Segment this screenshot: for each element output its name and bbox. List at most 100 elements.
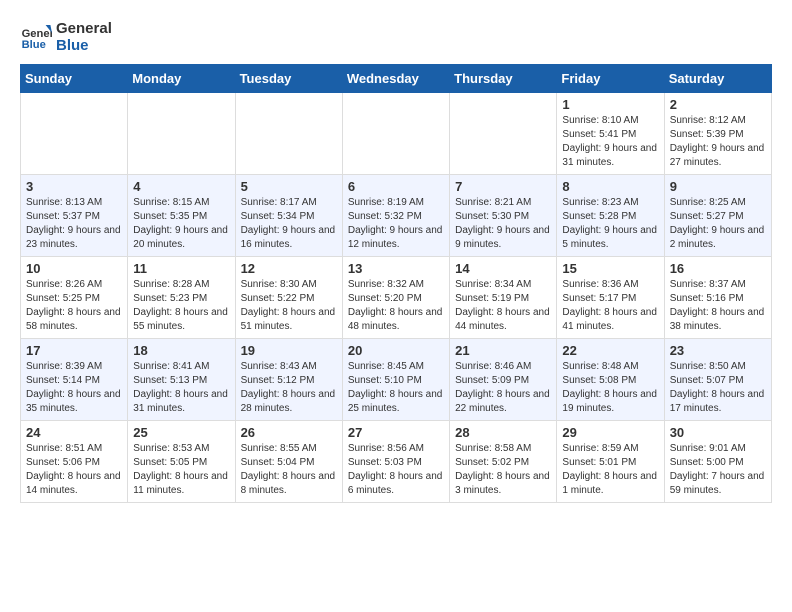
day-number: 5 (241, 179, 337, 194)
day-number: 16 (670, 261, 766, 276)
day-info: Sunrise: 8:15 AMSunset: 5:35 PMDaylight:… (133, 196, 229, 252)
weekday-header-wednesday: Wednesday (342, 65, 449, 93)
calendar-table: SundayMondayTuesdayWednesdayThursdayFrid… (20, 64, 772, 503)
day-number: 3 (26, 179, 122, 194)
calendar-cell: 8Sunrise: 8:23 AMSunset: 5:28 PMDaylight… (557, 175, 664, 257)
calendar-cell: 19 Sunrise: 8:43 AMSunset: 5:12 PMDayligh… (235, 339, 342, 421)
calendar-cell: 22 Sunrise: 8:48 AMSunset: 5:08 PMDayligh… (557, 339, 664, 421)
calendar-cell: 21 Sunrise: 8:46 AMSunset: 5:09 PMDayligh… (450, 339, 557, 421)
day-number: 12 (241, 261, 337, 276)
day-info: Sunrise: 8:19 AMSunset: 5:32 PMDaylight:… (348, 196, 444, 252)
svg-text:General: General (22, 28, 52, 40)
day-info: Sunrise: 8:37 AMSunset: 5:16 PMDaylight:… (670, 278, 766, 334)
day-info: Sunrise: 9:01 AMSunset: 5:00 PMDaylight:… (670, 442, 766, 498)
day-number: 8 (562, 179, 658, 194)
calendar-cell: 20 Sunrise: 8:45 AMSunset: 5:10 PMDayligh… (342, 339, 449, 421)
logo-general: General (56, 20, 112, 37)
calendar-cell: 26Sunrise: 8:55 AMSunset: 5:04 PMDayligh… (235, 421, 342, 503)
day-number: 21 (455, 343, 551, 358)
day-info: Sunrise: 8:59 AMSunset: 5:01 PMDaylight:… (562, 442, 658, 498)
day-info: Sunrise: 8:36 AMSunset: 5:17 PMDaylight:… (562, 278, 658, 334)
calendar-week-3: 10Sunrise: 8:26 AMSunset: 5:25 PMDayligh… (21, 257, 772, 339)
day-number: 25 (133, 425, 229, 440)
calendar-week-4: 17Sunrise: 8:39 AMSunset: 5:14 PMDayligh… (21, 339, 772, 421)
day-number: 14 (455, 261, 551, 276)
logo: General Blue General Blue (20, 20, 112, 54)
day-info: Sunrise: 8:48 AMSunset: 5:08 PMDaylight:… (562, 360, 658, 416)
weekday-header-saturday: Saturday (664, 65, 771, 93)
day-info: Sunrise: 8:32 AMSunset: 5:20 PMDaylight:… (348, 278, 444, 334)
day-info: Sunrise: 8:45 AMSunset: 5:10 PMDaylight:… (348, 360, 444, 416)
day-info: Sunrise: 8:51 AMSunset: 5:06 PMDaylight:… (26, 442, 122, 498)
day-number: 13 (348, 261, 444, 276)
day-number: 1 (562, 97, 658, 112)
day-info: Sunrise: 8:25 AMSunset: 5:27 PMDaylight:… (670, 196, 766, 252)
calendar-cell: 4Sunrise: 8:15 AMSunset: 5:35 PMDaylight… (128, 175, 235, 257)
day-info: Sunrise: 8:53 AMSunset: 5:05 PMDaylight:… (133, 442, 229, 498)
calendar-cell (21, 93, 128, 175)
calendar-cell: 2 Sunrise: 8:12 AMSunset: 5:39 PMDaylight… (664, 93, 771, 175)
day-info: Sunrise: 8:26 AMSunset: 5:25 PMDaylight:… (26, 278, 122, 334)
day-info: Sunrise: 8:30 AMSunset: 5:22 PMDaylight:… (241, 278, 337, 334)
day-number: 18 (133, 343, 229, 358)
calendar-cell: 6 Sunrise: 8:19 AMSunset: 5:32 PMDaylight… (342, 175, 449, 257)
day-number: 30 (670, 425, 766, 440)
calendar-cell: 10Sunrise: 8:26 AMSunset: 5:25 PMDayligh… (21, 257, 128, 339)
calendar-cell: 15Sunrise: 8:36 AMSunset: 5:17 PMDayligh… (557, 257, 664, 339)
calendar-cell: 11 Sunrise: 8:28 AMSunset: 5:23 PMDayligh… (128, 257, 235, 339)
calendar-cell (450, 93, 557, 175)
calendar-cell: 24Sunrise: 8:51 AMSunset: 5:06 PMDayligh… (21, 421, 128, 503)
day-info: Sunrise: 8:28 AMSunset: 5:23 PMDaylight:… (133, 278, 229, 334)
day-info: Sunrise: 8:10 AMSunset: 5:41 PMDaylight:… (562, 114, 658, 170)
calendar-cell: 9 Sunrise: 8:25 AMSunset: 5:27 PMDaylight… (664, 175, 771, 257)
calendar-cell: 1 Sunrise: 8:10 AMSunset: 5:41 PMDaylight… (557, 93, 664, 175)
calendar-week-5: 24Sunrise: 8:51 AMSunset: 5:06 PMDayligh… (21, 421, 772, 503)
calendar-cell: 7Sunrise: 8:21 AMSunset: 5:30 PMDaylight… (450, 175, 557, 257)
calendar-cell: 12 Sunrise: 8:30 AMSunset: 5:22 PMDayligh… (235, 257, 342, 339)
weekday-header-tuesday: Tuesday (235, 65, 342, 93)
calendar-week-2: 3 Sunrise: 8:13 AMSunset: 5:37 PMDaylight… (21, 175, 772, 257)
day-number: 20 (348, 343, 444, 358)
calendar-cell (128, 93, 235, 175)
calendar-cell: 23Sunrise: 8:50 AMSunset: 5:07 PMDayligh… (664, 339, 771, 421)
day-number: 9 (670, 179, 766, 194)
calendar-week-1: 1 Sunrise: 8:10 AMSunset: 5:41 PMDaylight… (21, 93, 772, 175)
day-number: 19 (241, 343, 337, 358)
day-info: Sunrise: 8:41 AMSunset: 5:13 PMDaylight:… (133, 360, 229, 416)
day-info: Sunrise: 8:17 AMSunset: 5:34 PMDaylight:… (241, 196, 337, 252)
logo-icon: General Blue (20, 21, 52, 53)
calendar-cell: 13 Sunrise: 8:32 AMSunset: 5:20 PMDayligh… (342, 257, 449, 339)
day-number: 2 (670, 97, 766, 112)
calendar-cell: 27Sunrise: 8:56 AMSunset: 5:03 PMDayligh… (342, 421, 449, 503)
svg-text:Blue: Blue (22, 39, 46, 51)
day-number: 6 (348, 179, 444, 194)
calendar-cell: 29 Sunrise: 8:59 AMSunset: 5:01 PMDayligh… (557, 421, 664, 503)
calendar-cell: 17Sunrise: 8:39 AMSunset: 5:14 PMDayligh… (21, 339, 128, 421)
logo-blue: Blue (56, 37, 112, 54)
day-number: 29 (562, 425, 658, 440)
day-info: Sunrise: 8:39 AMSunset: 5:14 PMDaylight:… (26, 360, 122, 416)
day-info: Sunrise: 8:34 AMSunset: 5:19 PMDaylight:… (455, 278, 551, 334)
day-number: 7 (455, 179, 551, 194)
day-info: Sunrise: 8:12 AMSunset: 5:39 PMDaylight:… (670, 114, 766, 170)
weekday-header-sunday: Sunday (21, 65, 128, 93)
day-number: 11 (133, 261, 229, 276)
day-number: 27 (348, 425, 444, 440)
calendar-cell: 3 Sunrise: 8:13 AMSunset: 5:37 PMDaylight… (21, 175, 128, 257)
calendar-cell (342, 93, 449, 175)
day-number: 23 (670, 343, 766, 358)
day-info: Sunrise: 8:13 AMSunset: 5:37 PMDaylight:… (26, 196, 122, 252)
page-header: General Blue General Blue (20, 20, 772, 54)
day-number: 28 (455, 425, 551, 440)
day-info: Sunrise: 8:58 AMSunset: 5:02 PMDaylight:… (455, 442, 551, 498)
weekday-header-monday: Monday (128, 65, 235, 93)
calendar-cell: 5 Sunrise: 8:17 AMSunset: 5:34 PMDaylight… (235, 175, 342, 257)
calendar-cell: 25 Sunrise: 8:53 AMSunset: 5:05 PMDayligh… (128, 421, 235, 503)
day-info: Sunrise: 8:46 AMSunset: 5:09 PMDaylight:… (455, 360, 551, 416)
calendar-cell: 30 Sunrise: 9:01 AMSunset: 5:00 PMDayligh… (664, 421, 771, 503)
weekday-header-row: SundayMondayTuesdayWednesdayThursdayFrid… (21, 65, 772, 93)
day-number: 22 (562, 343, 658, 358)
day-info: Sunrise: 8:43 AMSunset: 5:12 PMDaylight:… (241, 360, 337, 416)
calendar-cell: 28 Sunrise: 8:58 AMSunset: 5:02 PMDayligh… (450, 421, 557, 503)
day-number: 26 (241, 425, 337, 440)
